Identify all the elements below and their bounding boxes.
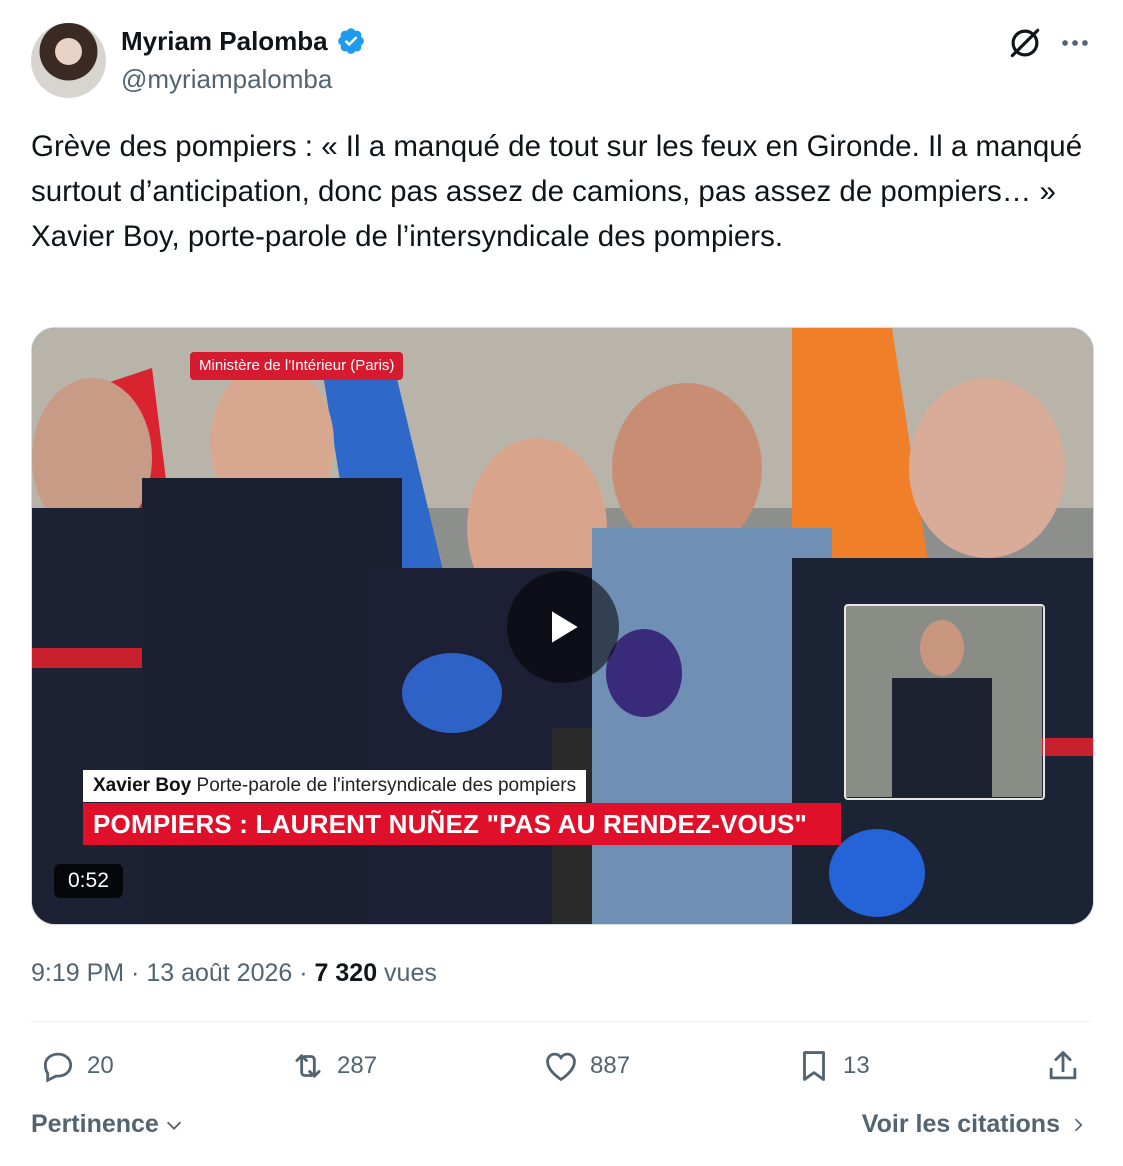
bookmark-button[interactable]: 13 bbox=[795, 1047, 870, 1085]
like-icon bbox=[546, 1052, 576, 1082]
share-icon bbox=[1049, 1051, 1077, 1080]
sort-dropdown[interactable]: Pertinence bbox=[31, 1110, 185, 1139]
share-button[interactable] bbox=[1044, 1047, 1082, 1085]
tweet-text: Grève des pompiers : « Il a manqué de to… bbox=[31, 130, 1083, 253]
tweet-time[interactable]: 9:19 PM bbox=[31, 959, 124, 987]
speaker-role: Porte-parole de l'intersyndicale des pom… bbox=[196, 775, 577, 796]
view-quotes-link[interactable]: Voir les citations bbox=[862, 1110, 1088, 1139]
reply-icon bbox=[43, 1052, 73, 1083]
reply-button[interactable]: 20 bbox=[39, 1047, 114, 1085]
like-count: 887 bbox=[590, 1052, 631, 1079]
views-count: 7 320 bbox=[314, 959, 378, 987]
author-name[interactable]: Myriam Palomba bbox=[121, 24, 328, 58]
author-handle[interactable]: @myriampalomba bbox=[121, 62, 332, 96]
news-headline: POMPIERS : LAURENT NUÑEZ "PAS AU RENDEZ-… bbox=[83, 803, 841, 845]
speaker-name: Xavier Boy bbox=[93, 775, 192, 796]
bookmark-count: 13 bbox=[843, 1052, 870, 1079]
grok-icon[interactable] bbox=[1006, 24, 1044, 62]
verified-badge-icon bbox=[337, 28, 364, 54]
bookmark-icon bbox=[803, 1051, 825, 1081]
views-label: vues bbox=[384, 959, 437, 987]
sort-label: Pertinence bbox=[31, 1110, 159, 1138]
like-button[interactable]: 887 bbox=[542, 1047, 630, 1085]
divider bbox=[31, 1021, 1092, 1022]
reply-count: 20 bbox=[87, 1052, 114, 1079]
speaker-caption: Xavier Boy Porte-parole de l'intersyndic… bbox=[83, 770, 587, 802]
chevron-right-icon bbox=[1074, 1118, 1083, 1131]
location-tag: Ministère de l'Intérieur (Paris) bbox=[190, 352, 404, 380]
avatar[interactable] bbox=[31, 23, 106, 98]
video-duration: 0:52 bbox=[54, 864, 123, 898]
quotes-label: Voir les citations bbox=[861, 1110, 1060, 1138]
more-icon[interactable] bbox=[1058, 26, 1092, 60]
tweet-date[interactable]: 13 août 2026 bbox=[146, 959, 292, 987]
play-button[interactable] bbox=[507, 571, 619, 683]
sign-language-inset bbox=[844, 604, 1045, 800]
play-icon bbox=[552, 611, 578, 643]
repost-icon bbox=[295, 1054, 321, 1078]
tweet-meta: 9:19 PM · 13 août 2026 · 7 320 vues bbox=[31, 959, 437, 987]
repost-button[interactable]: 287 bbox=[289, 1047, 377, 1085]
chevron-down-icon bbox=[166, 1121, 181, 1130]
repost-count: 287 bbox=[337, 1052, 378, 1079]
